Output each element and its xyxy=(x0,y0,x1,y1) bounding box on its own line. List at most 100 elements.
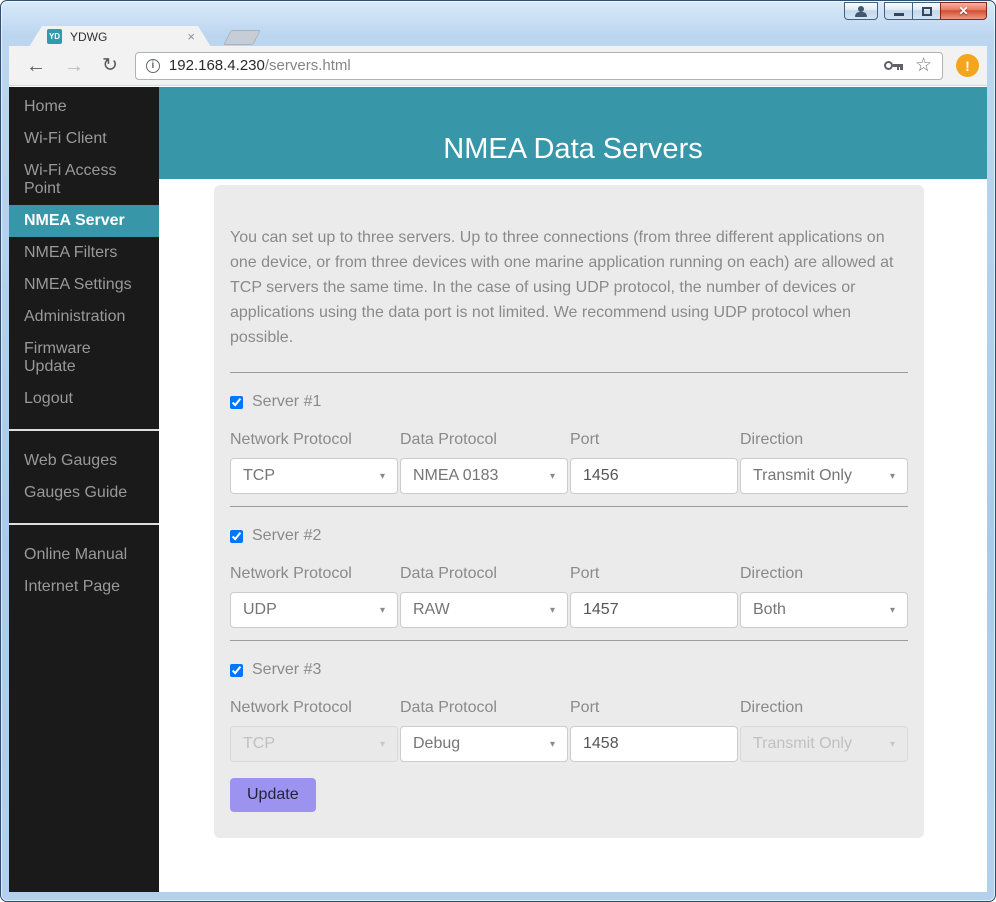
sidebar-item-nmea-settings[interactable]: NMEA Settings xyxy=(9,269,159,301)
server-3-data-protocol-select[interactable]: Debug ▾ xyxy=(400,726,568,762)
sidebar-item-wifi-access-point[interactable]: Wi-Fi Access Point xyxy=(9,155,159,205)
bookmark-star-icon[interactable]: ☆ xyxy=(915,56,932,75)
server-3-label: Server #3 xyxy=(252,661,322,678)
browser-menu-alert-button[interactable]: ! xyxy=(956,54,979,77)
direction-label: Direction xyxy=(740,565,804,582)
port-label: Port xyxy=(570,431,600,448)
server-2-direction-select[interactable]: Both ▾ xyxy=(740,592,908,628)
direction-label: Direction xyxy=(740,431,804,448)
close-window-button[interactable]: ✕ xyxy=(940,2,987,20)
server-1-data-protocol-value: NMEA 0183 xyxy=(413,467,499,484)
server-1-label: Server #1 xyxy=(252,393,322,410)
sidebar-nav: Home Wi-Fi Client Wi-Fi Access Point NME… xyxy=(9,87,159,892)
server-2-network-protocol-value: UDP xyxy=(243,601,277,618)
dropdown-caret-icon: ▾ xyxy=(379,738,385,750)
sidebar-item-online-manual[interactable]: Online Manual xyxy=(9,539,159,571)
browser-window-frame: YD YDWG × ✕ ← → ↻ i 192.168.4.230 /serve… xyxy=(0,0,996,902)
sidebar-item-nmea-server[interactable]: NMEA Server xyxy=(9,205,159,237)
maximize-button[interactable] xyxy=(912,2,941,20)
sidebar-item-logout[interactable]: Logout xyxy=(9,383,159,415)
dropdown-caret-icon: ▾ xyxy=(549,470,555,482)
key-tooth xyxy=(896,66,900,70)
server-1-enabled-checkbox[interactable] xyxy=(230,395,243,409)
server-2-network-protocol-select[interactable]: UDP ▾ xyxy=(230,592,398,628)
key-tooth xyxy=(900,66,903,70)
server-3-direction-value: Transmit Only xyxy=(753,735,852,752)
dropdown-caret-icon: ▾ xyxy=(889,604,895,616)
server-3-section: Server #3 Network Protocol TCP ▾ Data Pr… xyxy=(230,661,908,762)
server-2-data-protocol-value: RAW xyxy=(413,601,450,618)
server-3-direction-select: Transmit Only ▾ xyxy=(740,726,908,762)
port-label: Port xyxy=(570,565,600,582)
server-1-data-protocol-select[interactable]: NMEA 0183 ▾ xyxy=(400,458,568,494)
server-2-data-protocol-select[interactable]: RAW ▾ xyxy=(400,592,568,628)
minimize-icon xyxy=(893,13,904,16)
server-3-port-input[interactable] xyxy=(570,726,738,762)
server-3-data-protocol-value: Debug xyxy=(413,735,461,752)
server-3-network-protocol-value: TCP xyxy=(243,735,275,752)
new-tab-button[interactable] xyxy=(223,30,261,45)
server-2-section: Server #2 Network Protocol UDP ▾ Data Pr… xyxy=(230,527,908,641)
page-header: NMEA Data Servers xyxy=(159,87,987,179)
update-button[interactable]: Update xyxy=(230,778,316,812)
person-icon xyxy=(854,5,868,17)
alert-exclamation-icon: ! xyxy=(965,57,970,74)
browser-tab[interactable]: YD YDWG × xyxy=(29,26,211,47)
url-path: /servers.html xyxy=(264,57,351,74)
servers-panel: You can set up to three servers. Up to t… xyxy=(214,185,924,838)
port-label: Port xyxy=(570,699,600,716)
tab-title: YDWG xyxy=(70,29,108,44)
sidebar-item-administration[interactable]: Administration xyxy=(9,301,159,333)
section-divider xyxy=(230,372,908,373)
forward-button[interactable]: → xyxy=(55,56,93,76)
server-1-direction-value: Transmit Only xyxy=(753,467,852,484)
dropdown-caret-icon: ▾ xyxy=(889,738,895,750)
sidebar-item-internet-page[interactable]: Internet Page xyxy=(9,571,159,603)
url-host: 192.168.4.230 xyxy=(168,57,265,74)
close-window-icon: ✕ xyxy=(958,4,969,18)
server-3-network-protocol-select: TCP ▾ xyxy=(230,726,398,762)
dropdown-caret-icon: ▾ xyxy=(379,604,385,616)
address-bar[interactable]: i 192.168.4.230 /servers.html ☆ xyxy=(134,51,943,80)
server-3-enabled-checkbox[interactable] xyxy=(230,663,243,677)
back-button[interactable]: ← xyxy=(17,56,55,76)
browser-toolbar: ← → ↻ i 192.168.4.230 /servers.html ☆ ! xyxy=(9,46,987,86)
direction-label: Direction xyxy=(740,699,804,716)
reload-button[interactable]: ↻ xyxy=(93,56,127,75)
server-1-direction-select[interactable]: Transmit Only ▾ xyxy=(740,458,908,494)
section-divider xyxy=(230,506,908,507)
server-1-network-protocol-value: TCP xyxy=(243,467,275,484)
dropdown-caret-icon: ▾ xyxy=(379,470,385,482)
server-1-port-input[interactable] xyxy=(570,458,738,494)
network-protocol-label: Network Protocol xyxy=(230,699,352,716)
sidebar-item-gauges-guide[interactable]: Gauges Guide xyxy=(9,477,159,509)
server-2-enabled-checkbox[interactable] xyxy=(230,529,243,543)
data-protocol-label: Data Protocol xyxy=(400,431,497,448)
sidebar-divider xyxy=(9,523,159,525)
sidebar-item-nmea-filters[interactable]: NMEA Filters xyxy=(9,237,159,269)
server-2-port-input[interactable] xyxy=(570,592,738,628)
intro-text: You can set up to three servers. Up to t… xyxy=(230,229,894,346)
browser-client-area: ← → ↻ i 192.168.4.230 /servers.html ☆ ! … xyxy=(9,46,987,892)
network-protocol-label: Network Protocol xyxy=(230,565,352,582)
password-key-icon[interactable] xyxy=(883,61,903,70)
minimize-button[interactable] xyxy=(884,2,913,20)
window-controls: ✕ xyxy=(844,2,987,20)
server-1-section: Server #1 Network Protocol TCP ▾ Data Pr… xyxy=(230,393,908,507)
dropdown-caret-icon: ▾ xyxy=(549,738,555,750)
sidebar-divider xyxy=(9,429,159,431)
section-divider xyxy=(230,640,908,641)
sidebar-item-wifi-client[interactable]: Wi-Fi Client xyxy=(9,123,159,155)
sidebar-item-web-gauges[interactable]: Web Gauges xyxy=(9,445,159,477)
page-info-icon[interactable]: i xyxy=(145,58,160,73)
main-content: NMEA Data Servers You can set up to thre… xyxy=(159,87,987,892)
page-title: NMEA Data Servers xyxy=(443,133,703,165)
sidebar-item-home[interactable]: Home xyxy=(9,91,159,123)
tab-close-icon[interactable]: × xyxy=(185,30,197,43)
server-1-network-protocol-select[interactable]: TCP ▾ xyxy=(230,458,398,494)
sidebar-item-firmware-update[interactable]: Firmware Update xyxy=(9,333,159,383)
profile-button[interactable] xyxy=(844,2,878,20)
favicon-icon: YD xyxy=(47,29,62,44)
server-2-direction-value: Both xyxy=(753,601,786,618)
server-2-label: Server #2 xyxy=(252,527,322,544)
